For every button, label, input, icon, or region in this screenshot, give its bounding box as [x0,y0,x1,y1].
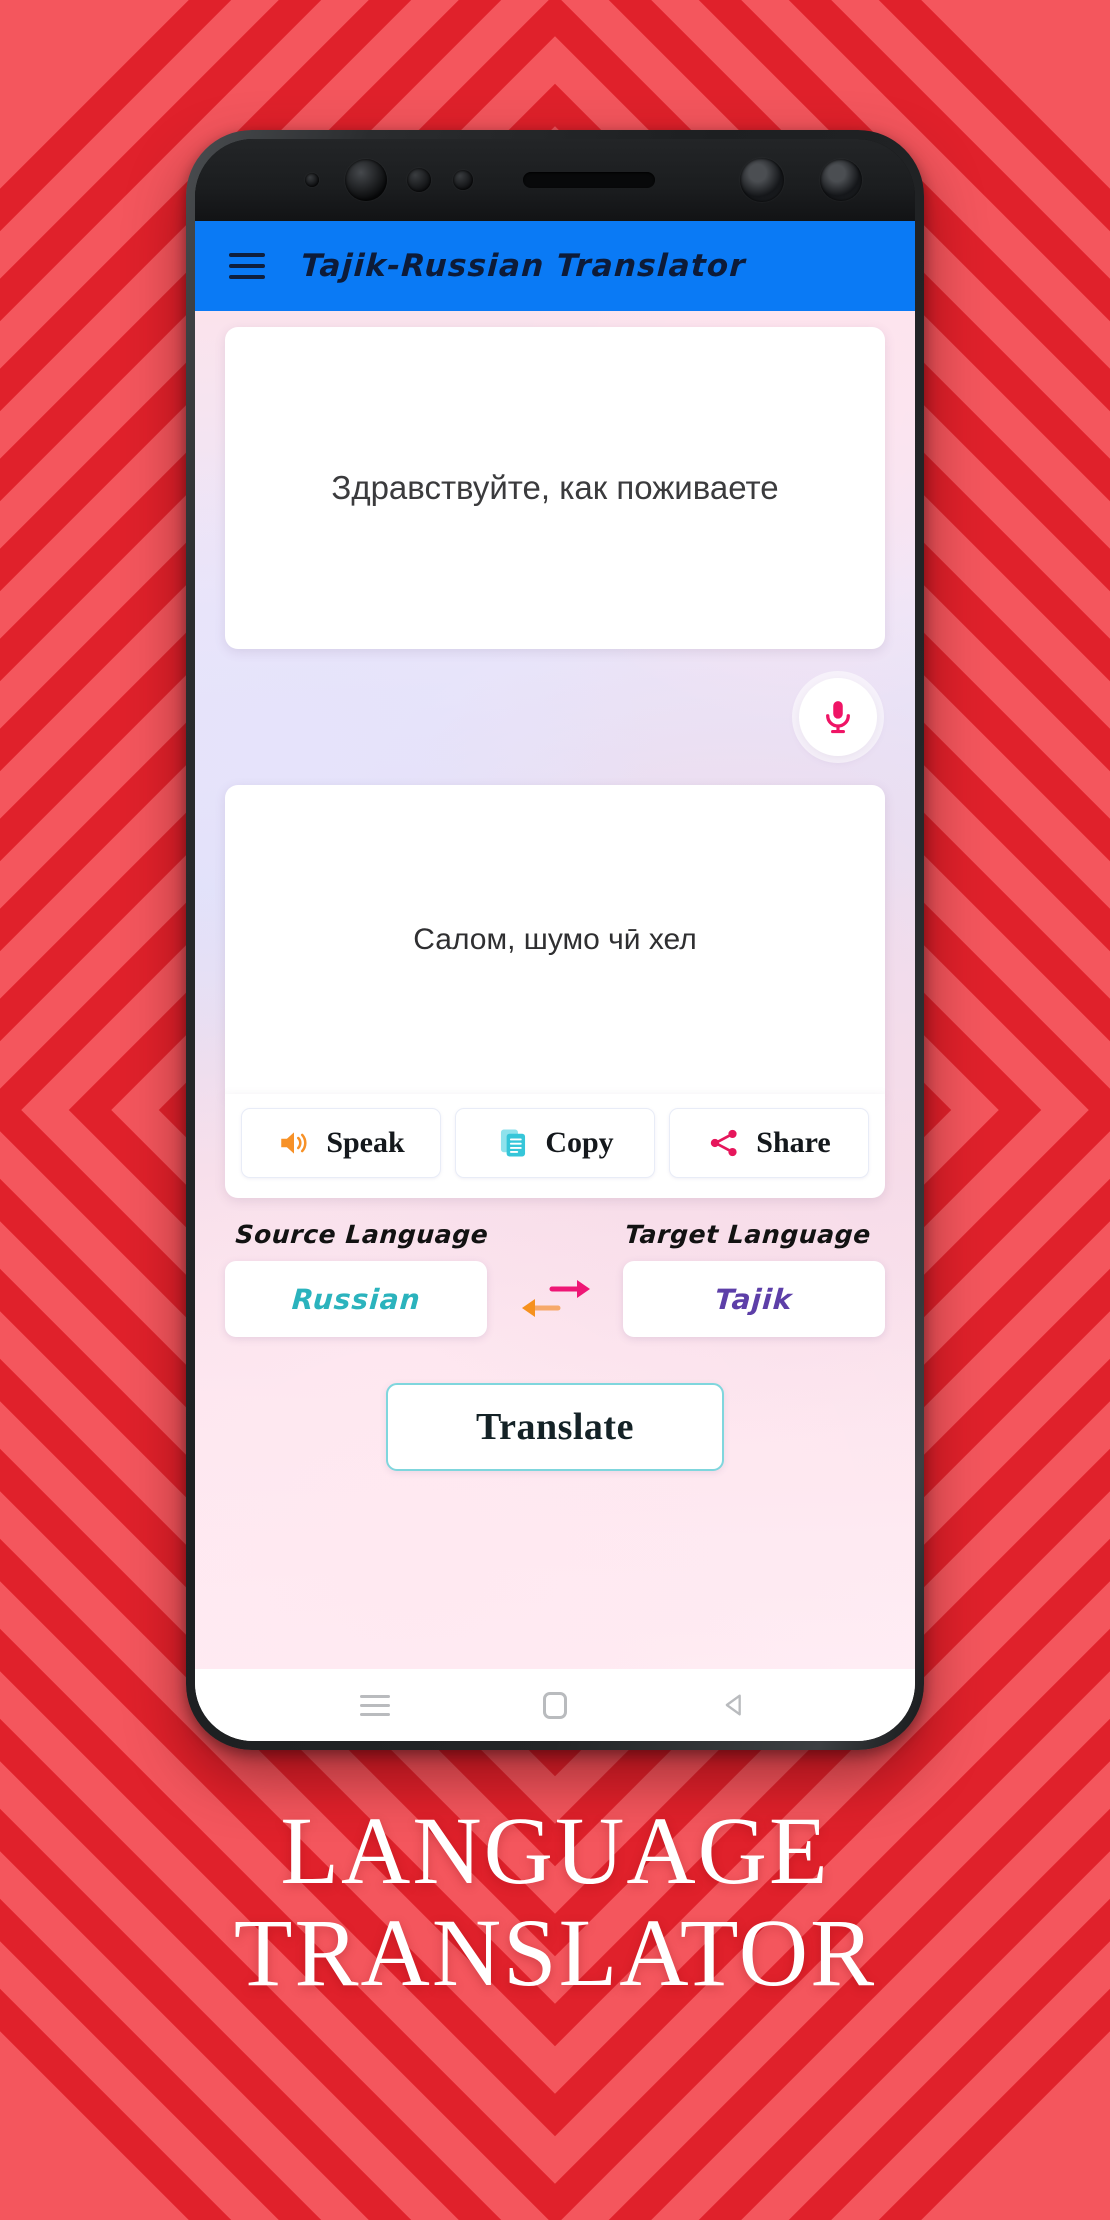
poster-headline: LANGUAGE TRANSLATOR [0,1800,1110,2004]
ir-sensor-icon [453,170,473,190]
microphone-icon [826,701,850,734]
source-text-input[interactable]: Здравствуйте, как поживаете [331,467,778,510]
target-text-card: Салом, шумо чӣ хел [225,785,885,1095]
front-camera-icon [345,159,387,201]
speak-button-label: Speak [326,1126,405,1159]
phone-top-bezel [195,139,915,221]
share-button[interactable]: Share [669,1108,869,1178]
source-language-select[interactable]: Russian [225,1261,487,1337]
page-title: Tajik-Russian Translator [300,248,747,284]
copy-button-label: Copy [545,1126,614,1159]
headline-line-2: TRANSLATOR [233,1898,877,2006]
target-language-value: Tajik [714,1282,794,1316]
swap-arrows-icon [522,1280,590,1317]
microphone-button[interactable] [799,678,877,756]
home-square-icon [543,1691,567,1719]
source-text-card[interactable]: Здравствуйте, как поживаете [225,327,885,649]
earpiece-speaker-icon [523,172,655,188]
back-triangle-icon [725,1694,741,1716]
light-sensor-icon [407,168,431,192]
translate-button[interactable]: Translate [386,1383,724,1471]
mic-button-row [225,649,885,785]
hamburger-menu-icon[interactable] [229,253,265,279]
copy-documents-icon [501,1129,526,1157]
source-language-label: Source Language [234,1220,490,1249]
nav-back-button[interactable] [700,1680,770,1730]
speaker-volume-icon [281,1132,307,1154]
app-screen: Tajik-Russian Translator Здравствуйте, к… [195,221,915,1741]
android-navigation-bar [195,1669,915,1741]
recents-menu-icon [360,1694,390,1716]
language-selector-section: Source Language Target Language Russian [225,1220,885,1337]
source-language-value: Russian [290,1282,422,1316]
proximity-sensor-icon [305,173,319,187]
app-bar: Tajik-Russian Translator [195,221,915,311]
language-boxes-row: Russian Tajik [225,1261,885,1337]
translate-button-label: Translate [476,1406,634,1448]
translated-text: Салом, шумо чӣ хел [413,923,697,956]
share-nodes-icon [711,1129,737,1157]
headline-line-1: LANGUAGE [280,1797,830,1904]
poster-canvas: Tajik-Russian Translator Здравствуйте, к… [0,0,1110,2220]
swap-languages-button[interactable] [514,1275,596,1323]
copy-button[interactable]: Copy [455,1108,655,1178]
nav-recents-button[interactable] [340,1680,410,1730]
action-button-bar: Speak Copy Share [225,1094,885,1198]
app-content-area: Здравствуйте, как поживаете Салом, шумо … [195,311,915,1669]
speak-button[interactable]: Speak [241,1108,441,1178]
language-labels-row: Source Language Target Language [225,1220,885,1249]
tertiary-camera-icon [820,159,862,201]
nav-home-button[interactable] [520,1680,590,1730]
target-language-select[interactable]: Tajik [623,1261,885,1337]
phone-device-frame: Tajik-Russian Translator Здравствуйте, к… [186,130,924,1750]
target-language-label: Target Language [624,1220,872,1249]
translate-button-row: Translate [225,1383,885,1471]
secondary-camera-icon [740,158,784,202]
share-button-label: Share [756,1126,831,1159]
phone-screen-bezel: Tajik-Russian Translator Здравствуйте, к… [195,139,915,1741]
